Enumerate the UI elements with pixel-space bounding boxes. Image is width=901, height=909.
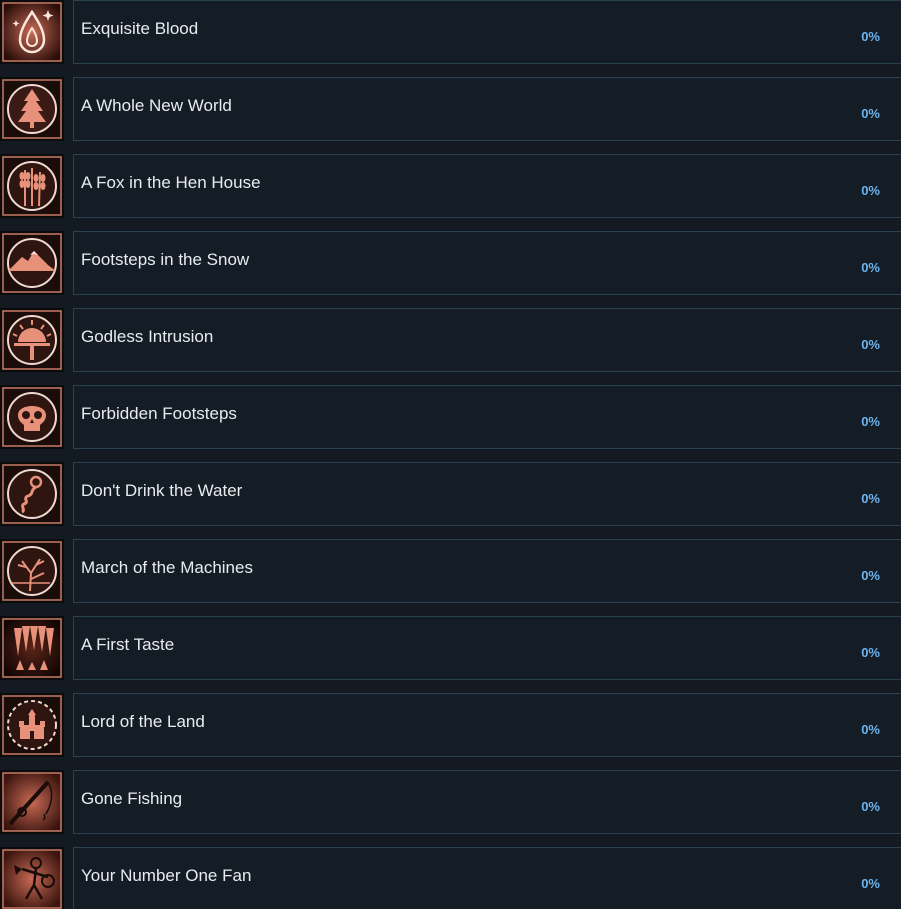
achievement-percent: 0%	[861, 722, 880, 737]
achievement-card: Footsteps in the Snow 0%	[73, 231, 901, 295]
achievement-percent: 0%	[861, 29, 880, 44]
achievement-card: Your Number One Fan 0%	[73, 847, 901, 909]
achievement-list: Exquisite Blood 0% A Whole New World 0%	[0, 0, 901, 909]
castle-icon	[0, 693, 64, 757]
achievement-row[interactable]: Footsteps in the Snow 0%	[0, 231, 901, 295]
achievement-card: March of the Machines 0%	[73, 539, 901, 603]
achievement-row[interactable]: A Fox in the Hen House 0%	[0, 154, 901, 218]
achievement-name: A First Taste	[81, 635, 175, 654]
achievement-name: March of the Machines	[81, 558, 253, 577]
achievement-card: A First Taste 0%	[73, 616, 901, 680]
achievement-percent: 0%	[861, 106, 880, 121]
achievement-card: Gone Fishing 0%	[73, 770, 901, 834]
achievement-name: Forbidden Footsteps	[81, 404, 237, 423]
achievement-percent: 0%	[861, 799, 880, 814]
achievement-percent: 0%	[861, 260, 880, 275]
achievement-card: Exquisite Blood 0%	[73, 0, 901, 64]
achievement-percent: 0%	[861, 337, 880, 352]
warrior-icon	[0, 847, 64, 909]
fishing-rod-icon	[0, 770, 64, 834]
achievement-percent: 0%	[861, 183, 880, 198]
achievement-percent: 0%	[861, 414, 880, 429]
wheat-icon	[0, 154, 64, 218]
sun-altar-icon	[0, 308, 64, 372]
fangs-icon	[0, 616, 64, 680]
achievement-row[interactable]: March of the Machines 0%	[0, 539, 901, 603]
achievement-card: Godless Intrusion 0%	[73, 308, 901, 372]
dead-tree-icon	[0, 539, 64, 603]
achievement-card: Forbidden Footsteps 0%	[73, 385, 901, 449]
achievement-row[interactable]: Exquisite Blood 0%	[0, 0, 901, 64]
achievement-percent: 0%	[861, 876, 880, 891]
achievement-name: Lord of the Land	[81, 712, 205, 731]
mountain-icon	[0, 231, 64, 295]
achievement-card: Don't Drink the Water 0%	[73, 462, 901, 526]
achievement-row[interactable]: A First Taste 0%	[0, 616, 901, 680]
achievement-row[interactable]: Don't Drink the Water 0%	[0, 462, 901, 526]
blood-drop-icon	[0, 0, 64, 64]
achievement-name: Your Number One Fan	[81, 866, 252, 885]
achievement-name: Don't Drink the Water	[81, 481, 243, 500]
achievement-row[interactable]: Godless Intrusion 0%	[0, 308, 901, 372]
skull-icon	[0, 385, 64, 449]
achievement-row[interactable]: Your Number One Fan 0%	[0, 847, 901, 909]
achievement-card: A Whole New World 0%	[73, 77, 901, 141]
achievement-row[interactable]: A Whole New World 0%	[0, 77, 901, 141]
achievement-percent: 0%	[861, 645, 880, 660]
achievement-card: Lord of the Land 0%	[73, 693, 901, 757]
achievement-name: Footsteps in the Snow	[81, 250, 250, 269]
worm-icon	[0, 462, 64, 526]
achievement-name: Exquisite Blood	[81, 19, 199, 38]
pine-tree-icon	[0, 77, 64, 141]
achievement-row[interactable]: Lord of the Land 0%	[0, 693, 901, 757]
achievement-row[interactable]: Gone Fishing 0%	[0, 770, 901, 834]
achievement-card: A Fox in the Hen House 0%	[73, 154, 901, 218]
achievement-row[interactable]: Forbidden Footsteps 0%	[0, 385, 901, 449]
achievement-name: A Fox in the Hen House	[81, 173, 261, 192]
achievement-percent: 0%	[861, 491, 880, 506]
achievement-name: Godless Intrusion	[81, 327, 214, 346]
achievement-name: A Whole New World	[81, 96, 232, 115]
achievement-percent: 0%	[861, 568, 880, 583]
achievement-name: Gone Fishing	[81, 789, 183, 808]
